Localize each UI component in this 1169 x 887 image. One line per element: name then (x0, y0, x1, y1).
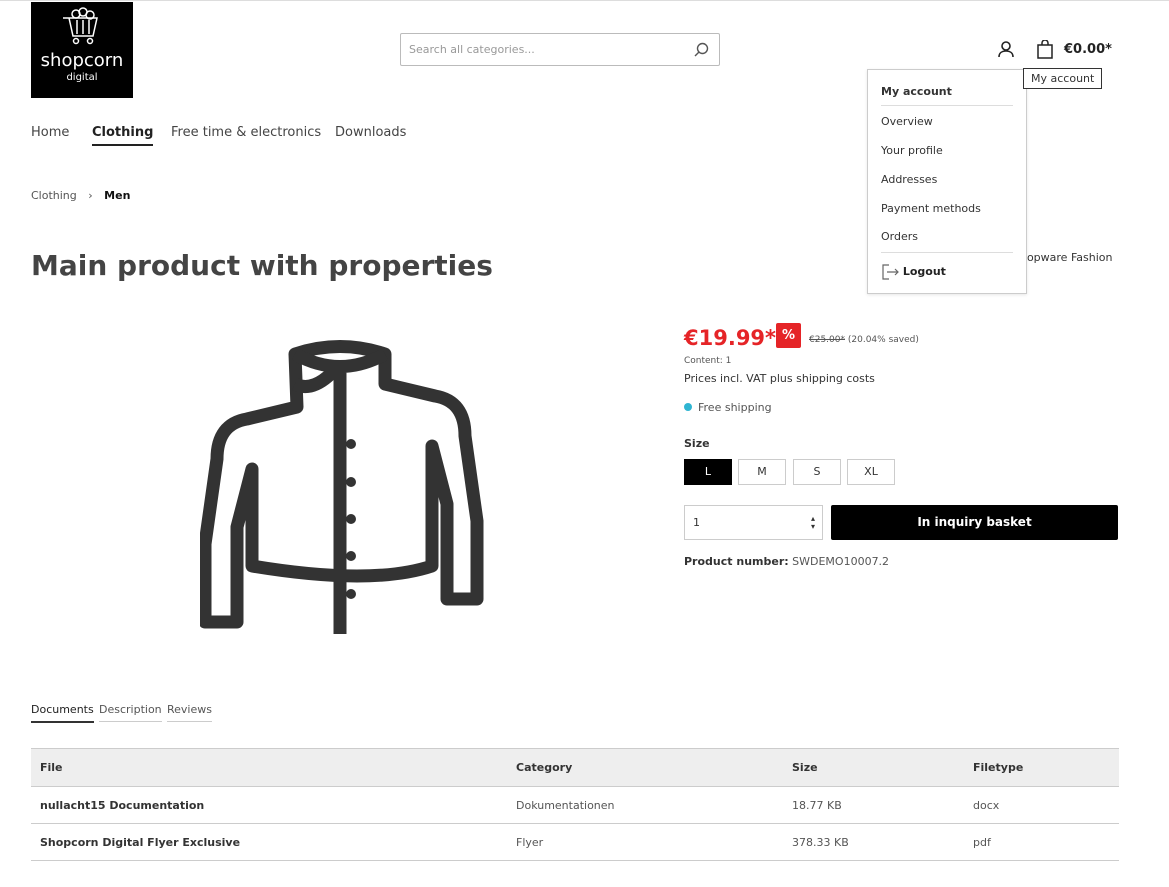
quantity-select[interactable]: 1 ▴ ▾ (684, 505, 823, 540)
size-option-s[interactable]: S (793, 459, 841, 485)
logo[interactable]: shopcorn digital (31, 2, 133, 98)
tax-note[interactable]: Prices incl. VAT plus shipping costs (684, 372, 875, 385)
nav-downloads[interactable]: Downloads (335, 125, 406, 140)
nav-free-time-electronics[interactable]: Free time & electronics (171, 125, 321, 140)
search-icon[interactable] (694, 42, 709, 57)
file-name[interactable]: nullacht15 Documentation (31, 786, 507, 824)
delivery-info: Free shipping (684, 401, 772, 414)
file-category: Dokumentationen (507, 786, 783, 824)
cart-total[interactable]: €0.00* (1064, 42, 1112, 57)
old-price: €25.00* (809, 335, 845, 345)
logout-icon (882, 264, 899, 280)
file-size: 378.33 KB (783, 823, 964, 861)
saved-percent: (20.04% saved) (847, 335, 919, 345)
nav-clothing[interactable]: Clothing (92, 125, 154, 146)
file-type: docx (964, 786, 1119, 824)
col-size: Size (783, 748, 964, 787)
table-header-row: File Category Size Filetype (31, 748, 1119, 787)
col-file: File (31, 748, 507, 787)
table-row[interactable]: Shopcorn Digital Flyer Exclusive Flyer 378… (31, 823, 1119, 861)
quantity-value: 1 (693, 516, 700, 529)
size-option-xl[interactable]: XL (847, 459, 895, 485)
search-input[interactable]: Search all categories... (400, 33, 720, 66)
table-row[interactable]: nullacht15 Documentation Dokumentationen 1… (31, 786, 1119, 824)
size-option-m[interactable]: M (738, 459, 786, 485)
logout-label: Logout (902, 265, 946, 278)
breadcrumb-clothing[interactable]: Clothing (31, 189, 77, 202)
content-info: Content: 1 (684, 356, 732, 366)
col-category: Category (507, 748, 783, 787)
account-tooltip: My account (1023, 68, 1103, 89)
file-name[interactable]: Shopcorn Digital Flyer Exclusive (31, 823, 507, 861)
menu-item-profile[interactable]: Your profile (881, 144, 943, 157)
account-menu-title: My account (881, 85, 1013, 106)
menu-item-addresses[interactable]: Addresses (881, 173, 937, 186)
popcorn-cart-icon (63, 7, 98, 45)
chevron-right-icon: › (88, 189, 93, 202)
shipping-text: Free shipping (698, 401, 772, 414)
price: €19.99* (684, 326, 777, 350)
documents-table: File Category Size Filetype nullacht15 Docu… (31, 748, 1119, 861)
product-number: Product number: SWDEMO10007.2 (684, 555, 889, 568)
file-category: Flyer (507, 823, 783, 861)
discount-badge: % (776, 323, 801, 348)
product-number-value: SWDEMO10007.2 (792, 555, 890, 568)
account-icon[interactable] (997, 40, 1015, 58)
product-number-label: Product number: (684, 555, 789, 568)
add-to-basket-button[interactable]: In inquiry basket (831, 505, 1118, 540)
logout-button[interactable]: Logout (881, 264, 946, 280)
menu-item-overview[interactable]: Overview (881, 115, 933, 128)
menu-item-payment-methods[interactable]: Payment methods (881, 202, 981, 215)
tab-description[interactable]: Description (99, 703, 162, 722)
page-title: Main product with properties (31, 249, 493, 282)
select-arrows-icon: ▴ ▾ (810, 514, 815, 531)
tab-reviews[interactable]: Reviews (167, 703, 212, 722)
cart-icon[interactable] (1036, 40, 1054, 59)
size-label: Size (684, 437, 710, 450)
file-type: pdf (964, 823, 1119, 861)
menu-item-orders[interactable]: Orders (881, 230, 1013, 253)
logo-text: shopcorn (40, 50, 124, 71)
size-option-l[interactable]: L (684, 459, 732, 485)
product-image[interactable] (200, 339, 485, 649)
status-dot-icon (684, 403, 692, 411)
old-price-block: €25.00* (20.04% saved) (809, 335, 919, 345)
nav-home[interactable]: Home (31, 125, 69, 140)
tab-documents[interactable]: Documents (31, 703, 94, 723)
account-dropdown: My account Overview Your profile Address… (867, 69, 1027, 294)
file-size: 18.77 KB (783, 786, 964, 824)
breadcrumb-men[interactable]: Men (104, 189, 130, 202)
logo-subtext: digital (66, 72, 98, 83)
breadcrumb: Clothing › Men (31, 189, 130, 202)
col-filetype: Filetype (964, 748, 1119, 787)
manufacturer-link[interactable]: Shopware Fashion (1013, 251, 1112, 264)
search-placeholder: Search all categories... (409, 43, 535, 56)
